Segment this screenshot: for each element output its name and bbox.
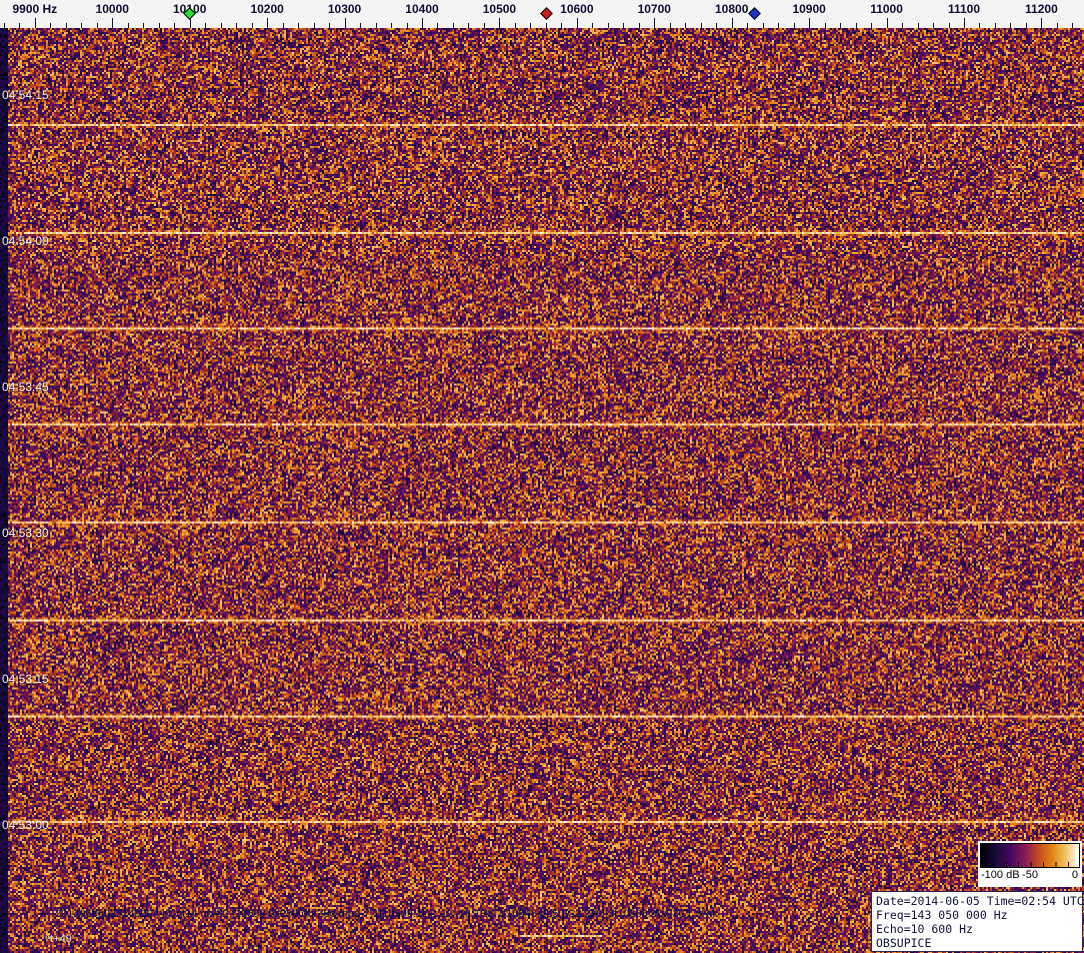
frequency-axis: 9900 Hz100001010010200103001040010500106…	[0, 0, 1084, 28]
freq-tick	[267, 18, 268, 28]
freq-tick-label: 10500	[482, 2, 517, 16]
freq-tick-label: 11000	[870, 2, 903, 16]
db-gradient-bar	[980, 843, 1080, 868]
db-label-mid: -50	[1022, 869, 1038, 881]
freq-tick-label: 10200	[250, 2, 284, 16]
time-label: 04:53:45	[2, 380, 49, 394]
freq-tick	[964, 18, 965, 28]
db-label-min: -100 dB	[981, 869, 1020, 881]
freq-tick-label: 11200	[1025, 2, 1058, 16]
freq-tick-label: 10700	[637, 2, 671, 16]
spectrogram-app-window: 9900 Hz100001010010200103001040010500106…	[0, 0, 1084, 953]
freq-tick	[887, 18, 888, 28]
waterfall-display[interactable]	[0, 28, 1084, 953]
red-marker-diamond-icon[interactable]	[540, 7, 554, 20]
db-label-max: 0	[1071, 869, 1078, 881]
waterfall-panel: 20140605025249004 bCnt14 nb-82 f10598 bi…	[0, 28, 1084, 953]
freq-tick	[1041, 18, 1042, 28]
observation-info-box: Date=2014-06-05 Time=02:54 UTC Freq=143 …	[871, 891, 1083, 952]
detection-log-string: 20140605025249004 bCnt14 nb-82 f10598 bi…	[55, 908, 719, 920]
time-label: 04:53:00	[2, 818, 49, 832]
freq-tick-label: 10900	[792, 2, 826, 16]
freq-tick-label: 10400	[405, 2, 439, 16]
freq-tick	[577, 18, 578, 28]
freq-tick	[732, 18, 733, 28]
freq-tick	[35, 18, 36, 28]
info-date-line: Date=2014-06-05 Time=02:54 UTC	[876, 894, 1083, 908]
freq-tick-label: 11100	[947, 2, 981, 16]
freq-tick-label: 10300	[327, 2, 362, 16]
freq-tick	[422, 18, 423, 28]
freq-tick	[499, 18, 500, 28]
blue-marker-diamond-icon[interactable]	[748, 7, 761, 20]
freq-tick-label: 9900 Hz	[12, 2, 58, 16]
info-freq-line: Freq=143 050 000 Hz	[876, 908, 1008, 922]
time-label: 04:53:30	[2, 526, 49, 540]
freq-tick-label: 10600	[560, 2, 594, 16]
freq-tick	[190, 18, 191, 28]
freq-tick	[345, 18, 346, 28]
db-scale-ticks	[981, 862, 1079, 867]
info-echo-line: Echo=10 600 Hz	[876, 922, 973, 936]
db-scale-labels: -100 dB -50 0	[980, 868, 1080, 884]
status-footer-text: ^t+49	[45, 933, 72, 945]
time-label: 04:54:15	[2, 88, 49, 102]
freq-tick-label: 10000	[95, 2, 129, 16]
time-label: 04:53:15	[2, 672, 49, 686]
freq-tick-label: 10800	[715, 2, 749, 16]
freq-tick	[112, 18, 113, 28]
freq-tick	[654, 18, 655, 28]
db-scale-legend: -100 dB -50 0	[978, 841, 1082, 887]
info-station-line: OBSUPICE	[876, 936, 932, 950]
time-label: 04:54:00	[2, 234, 49, 248]
freq-tick	[809, 18, 810, 28]
